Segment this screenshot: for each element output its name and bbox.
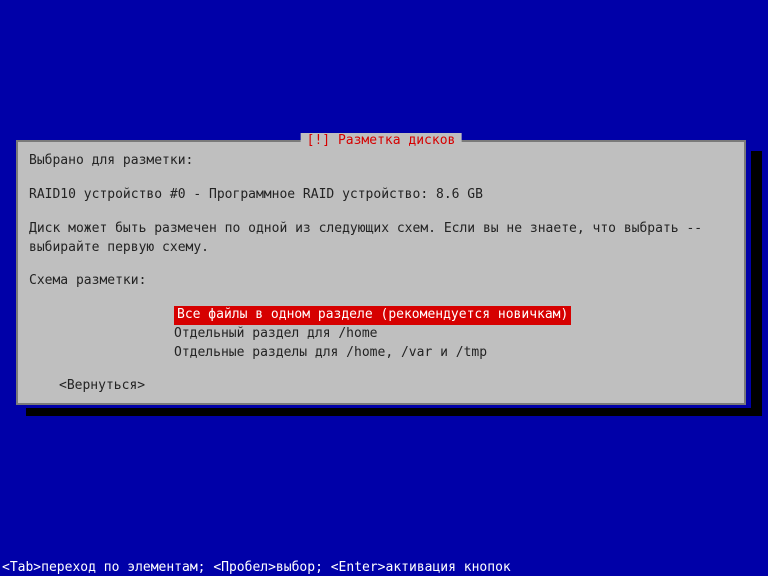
partition-options: Все файлы в одном разделе (рекомендуется… [174, 306, 733, 363]
selected-label: Выбрано для разметки: [29, 152, 733, 171]
option-separate-home-var-tmp[interactable]: Отдельные разделы для /home, /var и /tmp [174, 344, 487, 363]
dialog-shadow-right [751, 151, 762, 416]
device-info: RAID10 устройство #0 - Программное RAID … [29, 186, 733, 205]
option-all-one-partition[interactable]: Все файлы в одном разделе (рекомендуется… [174, 306, 571, 325]
status-bar: <Tab>переход по элементам; <Пробел>выбор… [0, 559, 768, 576]
scheme-label: Схема разметки: [29, 272, 733, 291]
status-bar-text: <Tab>переход по элементам; <Пробел>выбор… [2, 560, 511, 575]
option-separate-home[interactable]: Отдельный раздел для /home [174, 325, 378, 344]
partition-dialog: [!] Разметка дисков Выбрано для разметки… [16, 140, 746, 405]
dialog-shadow-bottom [26, 408, 757, 416]
back-button[interactable]: <Вернуться> [59, 377, 145, 396]
dialog-title: [!] Разметка дисков [301, 133, 462, 148]
selected-for-text: Выбрано для разметки: [29, 152, 733, 171]
dialog-title-text: [!] Разметка дисков [307, 133, 456, 148]
dialog-body: Выбрано для разметки: RAID10 устройство … [18, 142, 744, 406]
instruction-text: Диск может быть размечен по одной из сле… [29, 220, 733, 258]
